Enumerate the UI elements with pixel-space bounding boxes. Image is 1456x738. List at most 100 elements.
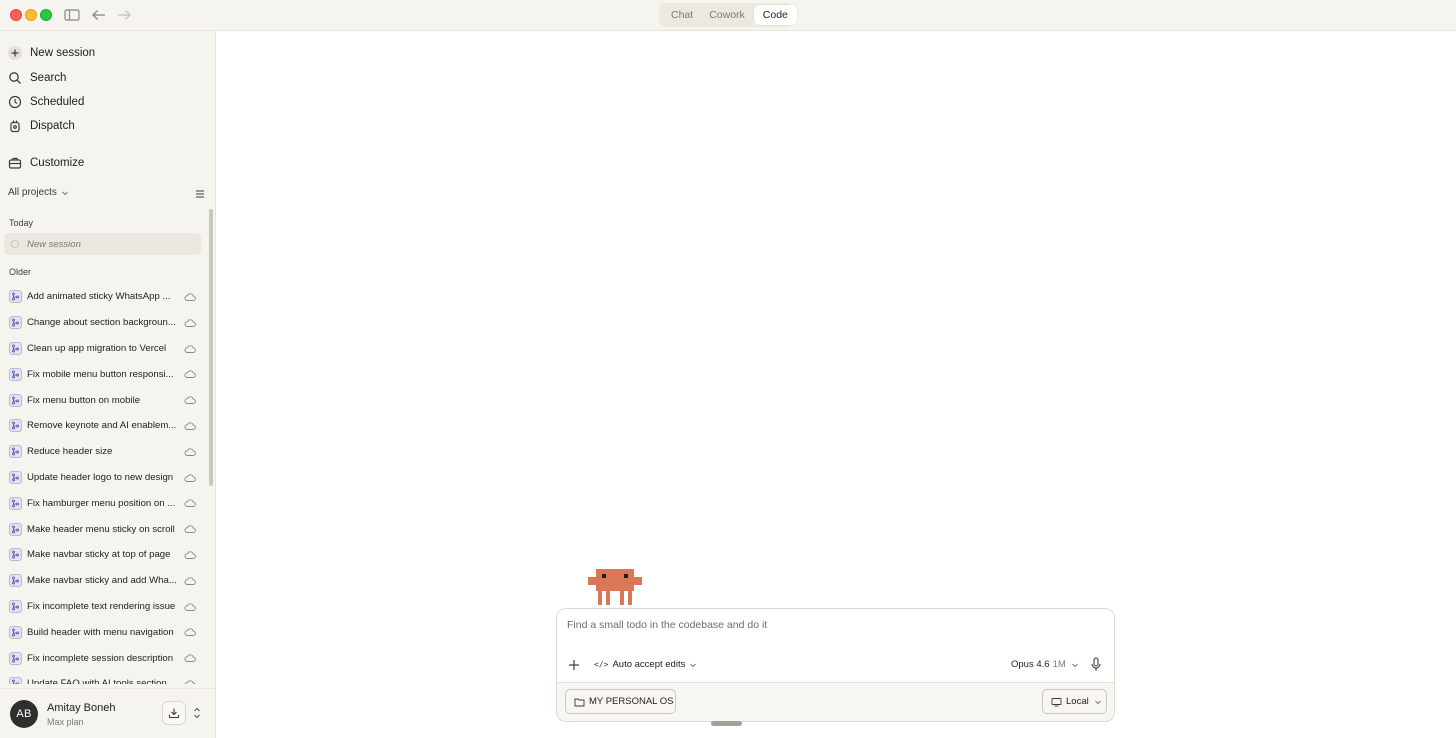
branch-icon xyxy=(9,367,22,381)
session-list-item[interactable]: Add animated sticky WhatsApp ... xyxy=(0,284,208,310)
scheduled-label: Scheduled xyxy=(30,96,85,108)
projects-filter-dropdown[interactable]: All projects xyxy=(8,187,69,198)
branch-icon xyxy=(9,393,22,407)
monitor-icon xyxy=(1051,697,1062,706)
search-button[interactable]: Search xyxy=(8,68,66,88)
session-title: Reduce header size xyxy=(27,446,113,458)
session-list: Add animated sticky WhatsApp ... Change a… xyxy=(0,284,208,684)
session-title: Make navbar sticky and add Wha... xyxy=(27,575,177,587)
prompt-composer: Find a small todo in the codebase and do… xyxy=(556,608,1115,722)
session-list-item[interactable]: Fix incomplete session description xyxy=(0,645,208,671)
branch-icon xyxy=(9,677,22,684)
session-list-item[interactable]: Reduce header size xyxy=(0,439,208,465)
customize-label: Customize xyxy=(30,157,85,169)
download-icon xyxy=(168,708,180,719)
avatar[interactable]: AB xyxy=(10,700,38,728)
environment-label: Local xyxy=(1066,696,1089,707)
account-menu-chevron-icon[interactable] xyxy=(192,706,202,720)
branch-icon xyxy=(9,548,22,562)
branch-icon xyxy=(9,419,22,433)
branch-icon xyxy=(9,470,22,484)
microphone-icon[interactable] xyxy=(1090,657,1102,672)
cloud-icon xyxy=(184,473,196,482)
session-list-item[interactable]: Make header menu sticky on scroll xyxy=(0,516,208,542)
session-list-item[interactable]: Make navbar sticky at top of page xyxy=(0,542,208,568)
session-status-icon xyxy=(11,240,19,248)
session-title: Add animated sticky WhatsApp ... xyxy=(27,291,171,303)
session-list-item[interactable]: Fix menu button on mobile xyxy=(0,387,208,413)
branch-icon xyxy=(9,316,22,330)
user-account-area: AB Amitay Boneh Max plan xyxy=(0,688,215,738)
back-arrow-icon[interactable] xyxy=(90,7,108,23)
customize-button[interactable]: Customize xyxy=(8,153,84,173)
chevron-down-icon xyxy=(1094,700,1101,704)
chevron-down-icon xyxy=(1071,663,1078,667)
session-list-item[interactable]: Clean up app migration to Vercel xyxy=(0,336,208,362)
cloud-icon xyxy=(184,370,196,379)
new-session-button[interactable]: New session xyxy=(8,43,95,63)
prompt-input[interactable]: Find a small todo in the codebase and do… xyxy=(567,619,767,631)
plus-icon xyxy=(8,46,22,60)
download-button[interactable] xyxy=(162,701,186,725)
add-attachment-icon[interactable] xyxy=(567,658,581,672)
session-title: Fix hamburger menu position on ... xyxy=(27,497,176,509)
session-list-item[interactable]: Make navbar sticky and add Wha... xyxy=(0,568,208,594)
prompt-input-area[interactable]: Find a small todo in the codebase and do… xyxy=(557,609,1114,683)
sidebar-scrollbar[interactable] xyxy=(209,209,213,486)
session-title: Fix incomplete session description xyxy=(27,652,174,664)
user-plan: Max plan xyxy=(47,717,84,727)
scheduled-button[interactable]: Scheduled xyxy=(8,92,84,112)
permission-mode-label: Auto accept edits xyxy=(612,659,686,670)
branch-icon xyxy=(9,599,22,613)
branch-icon xyxy=(9,341,22,355)
window-minimize-button[interactable] xyxy=(25,9,37,21)
folder-icon xyxy=(574,698,585,706)
filter-list-icon[interactable] xyxy=(195,189,205,199)
cloud-icon xyxy=(184,344,196,353)
window-maximize-button[interactable] xyxy=(40,9,52,21)
tab-cowork[interactable]: Cowork xyxy=(703,5,751,25)
model-context: 1M xyxy=(1052,659,1066,670)
session-list-item[interactable]: Update FAQ with AI tools section xyxy=(0,671,208,684)
tab-chat[interactable]: Chat xyxy=(665,5,699,25)
session-list-item[interactable]: Fix incomplete text rendering issue xyxy=(0,594,208,620)
session-title: Update FAQ with AI tools section xyxy=(27,678,167,684)
session-list-item[interactable]: Fix mobile menu button responsi... xyxy=(0,361,208,387)
cloud-icon xyxy=(184,577,196,585)
search-label: Search xyxy=(30,72,67,84)
today-session-item[interactable]: New session xyxy=(4,233,201,255)
window-close-button[interactable] xyxy=(10,9,22,21)
branch-icon xyxy=(9,574,22,588)
session-list-item[interactable]: Change about section backgroun... xyxy=(0,310,208,336)
session-list-item[interactable]: Remove keynote and AI enablem... xyxy=(0,413,208,439)
session-list-item[interactable]: Build header with menu navigation xyxy=(0,619,208,645)
session-title: Fix menu button on mobile xyxy=(27,394,141,406)
cloud-icon xyxy=(184,551,196,559)
resize-handle[interactable] xyxy=(711,721,742,726)
code-icon: </> xyxy=(594,660,609,669)
search-icon xyxy=(8,71,22,85)
user-name: Amitay Boneh xyxy=(47,702,116,714)
tab-code[interactable]: Code xyxy=(753,5,797,25)
cloud-icon xyxy=(184,525,196,534)
today-session-title: New session xyxy=(27,238,81,250)
branch-icon xyxy=(9,651,22,665)
permission-mode-dropdown[interactable]: </> Auto accept edits xyxy=(594,659,697,670)
session-title: Update header logo to new design xyxy=(27,471,174,483)
cloud-icon xyxy=(184,499,196,508)
today-section-label: Today xyxy=(9,218,34,228)
chevron-down-icon xyxy=(62,191,68,195)
environment-dropdown[interactable]: Local xyxy=(1042,689,1107,714)
dispatch-label: Dispatch xyxy=(30,120,75,132)
cloud-icon xyxy=(184,396,196,405)
mascot-icon xyxy=(588,569,642,605)
session-list-item[interactable]: Update header logo to new design xyxy=(0,465,208,491)
forward-arrow-icon[interactable] xyxy=(115,7,133,23)
cloud-icon xyxy=(184,680,196,684)
sidebar-toggle-icon[interactable] xyxy=(63,7,81,23)
project-folder-button[interactable]: MY PERSONAL OS xyxy=(565,689,676,714)
session-list-item[interactable]: Fix hamburger menu position on ... xyxy=(0,490,208,516)
dispatch-button[interactable]: Dispatch xyxy=(8,116,75,136)
session-title: Remove keynote and AI enablem... xyxy=(27,420,177,432)
model-selector[interactable]: Opus 4.6 1M xyxy=(1011,659,1079,670)
